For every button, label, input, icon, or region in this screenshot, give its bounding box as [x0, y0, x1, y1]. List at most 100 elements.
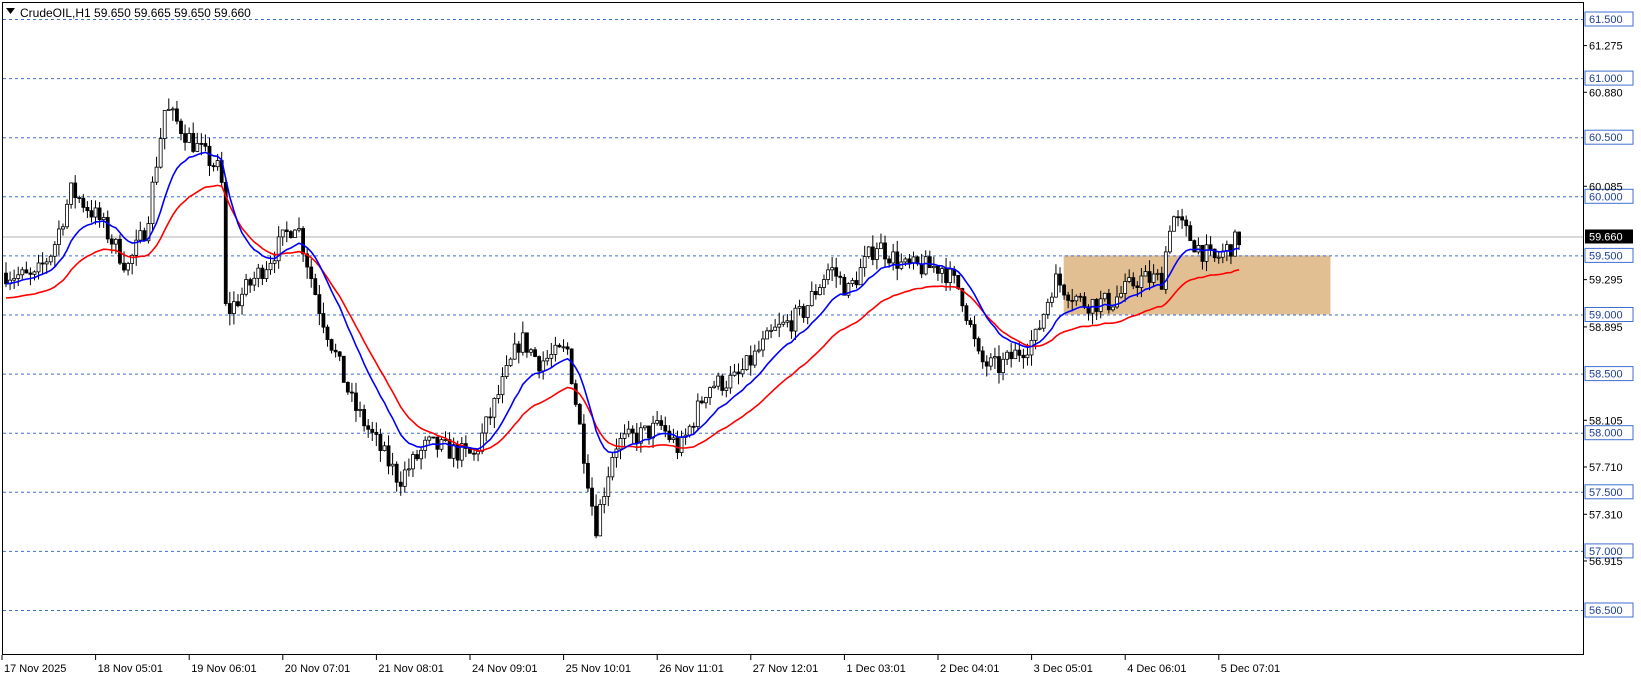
candle-body [964, 305, 969, 321]
candle-body [606, 476, 611, 497]
candle-body [822, 279, 826, 288]
candle-body [1115, 296, 1119, 308]
candle-body [643, 425, 647, 429]
candle-body [394, 463, 399, 483]
x-tick-label: 24 Nov 09:01 [472, 663, 537, 675]
candle-body [789, 320, 794, 332]
candle-body [553, 344, 558, 355]
candle-body [1188, 225, 1193, 242]
candle-body [1172, 216, 1176, 232]
candle-body [1123, 281, 1128, 294]
candle-body [879, 242, 883, 250]
candle-body [997, 356, 1001, 374]
candle-body [65, 203, 69, 228]
x-tick-label: 1 Dec 03:01 [846, 663, 905, 675]
candle-body [858, 267, 863, 286]
candle-body [301, 228, 305, 255]
candle-body [142, 230, 147, 242]
candle-body [61, 226, 65, 230]
candle-body [227, 303, 232, 315]
y-tick-label: 59.295 [1589, 275, 1623, 287]
candle-body [671, 437, 676, 440]
level-label: 59.500 [1589, 250, 1623, 262]
candle-body [97, 207, 102, 220]
candle-body [268, 262, 273, 271]
x-tick-label: 27 Nov 12:01 [753, 663, 818, 675]
candle-body [191, 133, 196, 152]
candle-body [28, 272, 33, 275]
level-label: 58.500 [1589, 369, 1623, 381]
price-chart[interactable]: 61.500 61.000 60.500 60.000 59.500 59.000 58.5… [0, 0, 1641, 678]
candle-body [504, 365, 509, 377]
candle-body [113, 238, 118, 245]
candle-body [740, 369, 745, 375]
candle-body [630, 428, 635, 434]
candle-body [834, 267, 839, 277]
candle-body [207, 145, 212, 166]
candle-body [838, 275, 843, 278]
candle-body [122, 262, 126, 271]
candle-body [842, 277, 847, 296]
candle-body [36, 262, 41, 273]
candle-body [231, 301, 236, 315]
candle-body [44, 261, 49, 265]
candle-body [288, 231, 293, 238]
candle-body [1017, 349, 1022, 356]
candle-body [748, 355, 753, 366]
candle-body [781, 321, 786, 325]
candle-body [1054, 273, 1058, 298]
candle-body [166, 108, 171, 111]
candle-body [516, 343, 521, 353]
candle-body [687, 425, 692, 436]
candle-body [525, 332, 529, 353]
candle-body [1009, 351, 1014, 360]
candle-body [1208, 244, 1213, 250]
chart-canvas[interactable]: 61.50061.00060.50060.00059.50059.00058.5… [0, 0, 1641, 678]
candle-body [777, 323, 782, 328]
level-label: 59.000 [1589, 310, 1623, 322]
candle-body [874, 248, 879, 260]
candle-body [761, 338, 765, 351]
candle-body [415, 454, 419, 460]
candle-body [956, 274, 961, 289]
candle-body [333, 349, 338, 353]
candle-body [109, 238, 114, 245]
candle-body [675, 437, 680, 453]
candle-body [435, 436, 440, 450]
candle-body [390, 463, 395, 467]
candle-body [126, 263, 130, 271]
candle-body [598, 504, 603, 537]
candle-body [512, 343, 517, 360]
candle-body [179, 120, 183, 134]
candle-body [280, 229, 285, 238]
candle-body [907, 258, 912, 264]
candle-body [976, 338, 981, 352]
x-tick-label: 17 Nov 2025 [4, 663, 66, 675]
candle-body [1005, 351, 1010, 360]
candle-body [199, 142, 204, 145]
candle-body [1029, 339, 1034, 356]
candle-body [1074, 295, 1079, 302]
candle-body [818, 287, 822, 296]
candle-body [411, 454, 415, 470]
candle-body [402, 469, 407, 487]
level-label: 56.500 [1589, 605, 1623, 617]
level-label: 58.000 [1589, 428, 1623, 440]
x-tick-label: 5 Dec 07:01 [1221, 663, 1280, 675]
candle-body [1135, 285, 1140, 288]
candle-body [732, 371, 737, 376]
candle-body [736, 371, 741, 375]
candle-body [756, 349, 761, 352]
candle-body [1049, 296, 1054, 303]
level-label: 60.500 [1589, 132, 1623, 144]
candle-body [406, 468, 411, 471]
candle-body [590, 487, 594, 507]
candle-body [236, 301, 240, 307]
candle-body [183, 133, 187, 143]
x-tick-label: 4 Dec 06:01 [1127, 663, 1186, 675]
candle-body [1041, 313, 1046, 329]
level-label: 61.500 [1589, 14, 1623, 26]
candle-body [1045, 301, 1050, 315]
candle-body [931, 265, 936, 269]
candle-body [549, 354, 554, 359]
